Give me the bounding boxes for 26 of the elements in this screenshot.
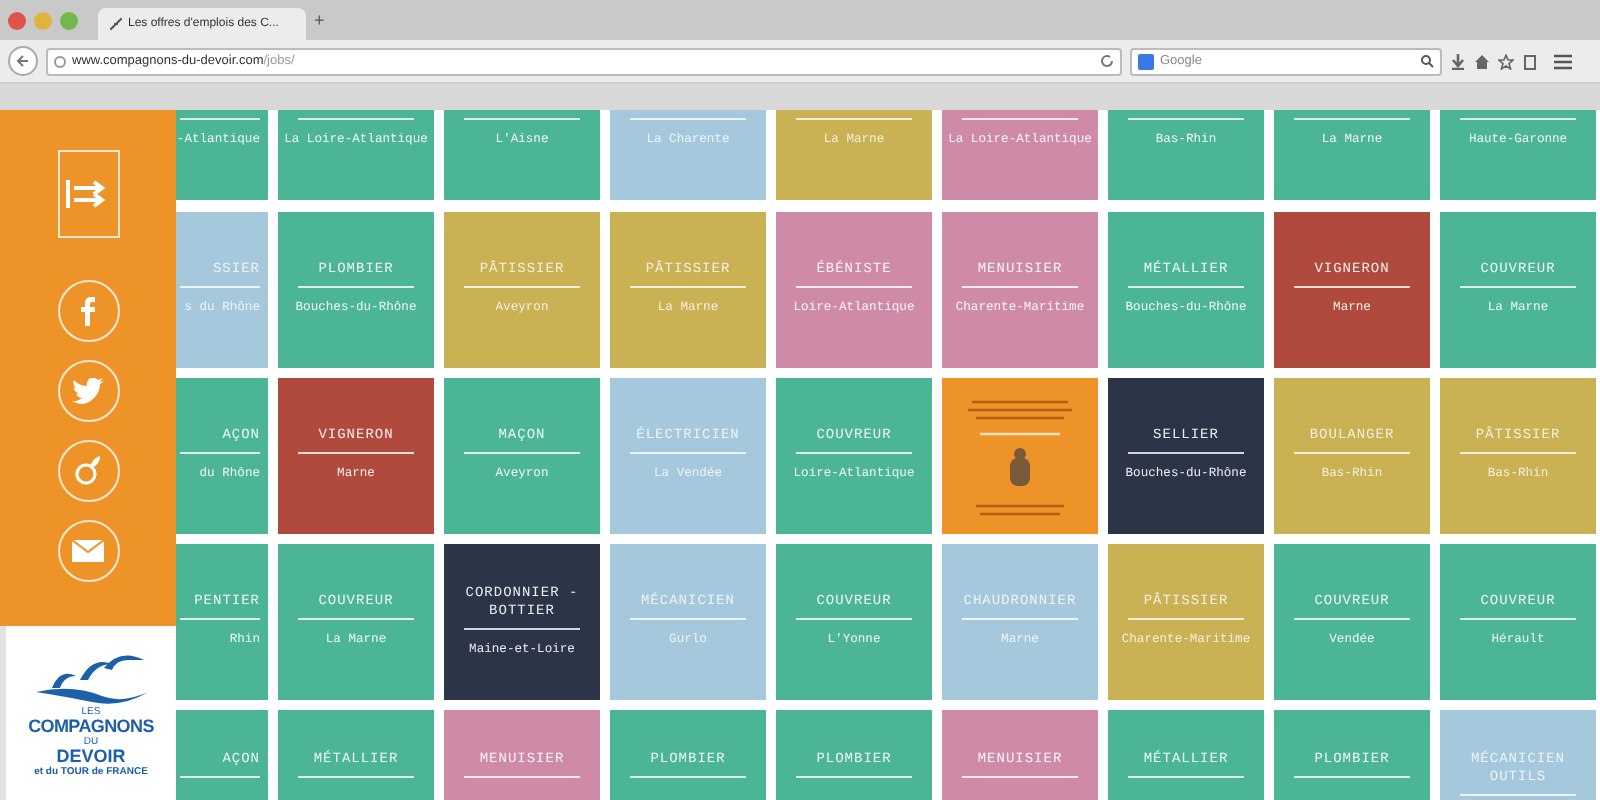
home-icon[interactable]: [1474, 53, 1490, 69]
back-button[interactable]: [8, 46, 38, 76]
twitter-button[interactable]: [57, 360, 119, 422]
email-button[interactable]: [57, 520, 119, 582]
menu-toggle-button[interactable]: [57, 150, 119, 238]
download-icon[interactable]: [1450, 53, 1466, 69]
logo-text: DEVOIR: [56, 748, 126, 767]
facebook-icon: [80, 296, 96, 326]
viadeo-button[interactable]: [57, 440, 119, 502]
bird-icon: [72, 378, 104, 404]
star-icon[interactable]: [1498, 53, 1514, 69]
globe-icon: [54, 55, 66, 67]
arrows-icon: [66, 178, 110, 210]
back-arrow-icon: [16, 54, 30, 68]
facebook-button[interactable]: [57, 280, 119, 342]
clipboard-icon[interactable]: [1522, 53, 1538, 69]
promo-tile[interactable]: [942, 378, 1098, 534]
reload-icon[interactable]: [1100, 54, 1114, 68]
viadeo-icon: [74, 456, 102, 486]
envelope-icon: [72, 540, 104, 562]
logo-text: COMPAGNONS: [28, 718, 154, 737]
new-tab-button[interactable]: +: [314, 11, 325, 29]
search-engine-icon[interactable]: [1138, 53, 1154, 69]
search-icon[interactable]: [1420, 54, 1434, 68]
close-window-button[interactable]: [8, 11, 26, 29]
menu-icon[interactable]: [1554, 53, 1572, 69]
